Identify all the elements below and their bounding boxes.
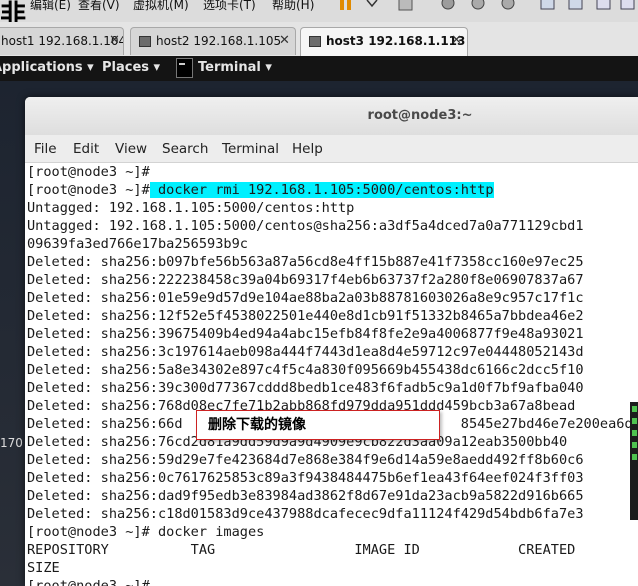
- shell-prompt: [root@node3 ~]#: [27, 524, 150, 540]
- annotation-callout: 删除下载的镜像: [196, 410, 440, 440]
- applications-menu[interactable]: Applications ▾: [0, 60, 94, 75]
- gnome-top-bar: Applications ▾ Places ▾ Terminal ▾: [0, 56, 638, 81]
- terminal-window: root@node3:~ File Edit View Search Termi…: [25, 97, 638, 586]
- shell-command: docker rmi 192.168.1.105:5000/centos:htt…: [149, 182, 494, 198]
- menu-vm[interactable]: 虚拟机(M): [133, 0, 189, 13]
- terminal-line: [root@node3 ~]#: [27, 163, 150, 181]
- close-icon[interactable]: ✕: [279, 33, 290, 48]
- shell-prompt: [root@node3 ~]#: [27, 164, 150, 180]
- terminal-output-line: Deleted: sha256:3c197614aeb098a444f7443d…: [27, 344, 584, 360]
- terminal-line: [root@node3 ~]#: [27, 577, 150, 586]
- menu-view[interactable]: 查看(V): [78, 0, 120, 13]
- terminal-menubar: File Edit View Search Terminal Help: [25, 135, 638, 163]
- vm-icon: [139, 36, 151, 47]
- terminal-output-line: Deleted: sha256:59d29e7fe423684d7e868e38…: [27, 452, 584, 468]
- window-icon[interactable]: [568, 0, 584, 11]
- terminal-line: [root@node3 ~]# docker images: [27, 523, 264, 541]
- menu-edit[interactable]: 编辑(E): [30, 0, 71, 13]
- terminal-icon: [176, 58, 193, 78]
- shell-prompt: [root@node3 ~]#: [27, 578, 150, 586]
- menu-terminal[interactable]: Terminal: [222, 141, 279, 157]
- chevron-down-icon[interactable]: [364, 0, 380, 11]
- terminal-output-line: Deleted: sha256:01e59e9d57d9e104ae88ba2a…: [27, 290, 584, 306]
- pause-icon[interactable]: [338, 0, 354, 11]
- menu-tabs[interactable]: 选项卡(T): [203, 0, 256, 13]
- terminal-output-line: Deleted: sha256:dad9f95edb3e83984ad3862f…: [27, 488, 584, 504]
- tab-host3[interactable]: host3 192.168.1.113 ✕: [300, 27, 468, 56]
- places-menu[interactable]: Places ▾: [102, 60, 160, 75]
- terminal-menu[interactable]: Terminal ▾: [198, 60, 272, 75]
- desktop-label: 170: [0, 436, 23, 450]
- menu-help[interactable]: 帮助(H): [272, 0, 314, 13]
- tab-label: host3 192.168.1.113: [326, 34, 466, 48]
- tab-label: host2 192.168.1.105: [156, 34, 282, 48]
- shell-command: docker images: [149, 524, 265, 540]
- tab-label: host1 192.168.1.104: [1, 34, 124, 48]
- window-icon[interactable]: [540, 0, 556, 11]
- window-title: root@node3:~: [367, 108, 473, 123]
- terminal-output-line: REPOSITORY TAG IMAGE ID CREATED: [27, 542, 576, 558]
- terminal-output[interactable]: [root@node3 ~]# [root@node3 ~]# docker rm…: [25, 163, 638, 586]
- shell-prompt: [root@node3 ~]#: [27, 182, 150, 198]
- terminal-output-line: Deleted: sha256:b097bfe56b563a87a56cd8e4…: [27, 254, 584, 270]
- snapshot-icon[interactable]: [440, 0, 456, 11]
- terminal-output-line: Untagged: 192.168.1.105:5000/centos:http: [27, 200, 355, 216]
- terminal-output-line: Deleted: sha256:5a8e34302e897c4f5c4a830f…: [27, 362, 584, 378]
- terminal-output-line: SIZE: [27, 560, 60, 576]
- terminal-output-line: Deleted: sha256:39675409b4ed94a4abc15efb…: [27, 326, 584, 342]
- terminal-output-line: 09639fa3ed766e17ba256593b9c: [27, 236, 248, 252]
- send-keys-icon[interactable]: [398, 0, 414, 11]
- close-icon[interactable]: ✕: [451, 33, 462, 48]
- tab-host2[interactable]: host2 192.168.1.105 ✕: [130, 27, 296, 55]
- unity-icon[interactable]: [596, 0, 612, 11]
- close-icon[interactable]: ✕: [109, 33, 120, 48]
- menu-search[interactable]: Search: [162, 141, 208, 157]
- menu-file[interactable]: File: [34, 141, 57, 157]
- terminal-titlebar[interactable]: root@node3:~: [25, 97, 638, 136]
- manage-snapshots-icon[interactable]: [500, 0, 516, 11]
- vm-menubar: 非 编辑(E) 查看(V) 虚拟机(M) 选项卡(T) 帮助(H): [0, 0, 638, 30]
- terminal-output-line: Deleted: sha256:c18d01583d9ce437988dcafe…: [27, 506, 584, 522]
- fullscreen-icon[interactable]: [620, 0, 636, 11]
- menu-help[interactable]: Help: [292, 141, 323, 157]
- revert-snapshot-icon[interactable]: [470, 0, 486, 11]
- tab-host1[interactable]: host1 192.168.1.104 ✕: [0, 27, 124, 55]
- terminal-line: [root@node3 ~]# docker rmi 192.168.1.105…: [27, 181, 494, 199]
- vm-tab-strip: host1 192.168.1.104 ✕ host2 192.168.1.10…: [0, 22, 638, 57]
- terminal-output-line: Deleted: sha256:222238458c39a04b69317f4e…: [27, 272, 584, 288]
- terminal-output-line: Deleted: sha256:12f52e5f4538022501e440e8…: [27, 308, 584, 324]
- menu-edit[interactable]: Edit: [73, 141, 99, 157]
- terminal-output-line: Untagged: 192.168.1.105:5000/centos@sha2…: [27, 218, 584, 234]
- vm-icon: [309, 36, 321, 47]
- terminal-output-line: Deleted: sha256:39c300d77367cddd8bedb1ce…: [27, 380, 584, 396]
- side-indicator: [630, 402, 638, 520]
- menu-view[interactable]: View: [115, 141, 147, 157]
- terminal-output-line: Deleted: sha256:0c7617625853c89a3f943848…: [27, 470, 584, 486]
